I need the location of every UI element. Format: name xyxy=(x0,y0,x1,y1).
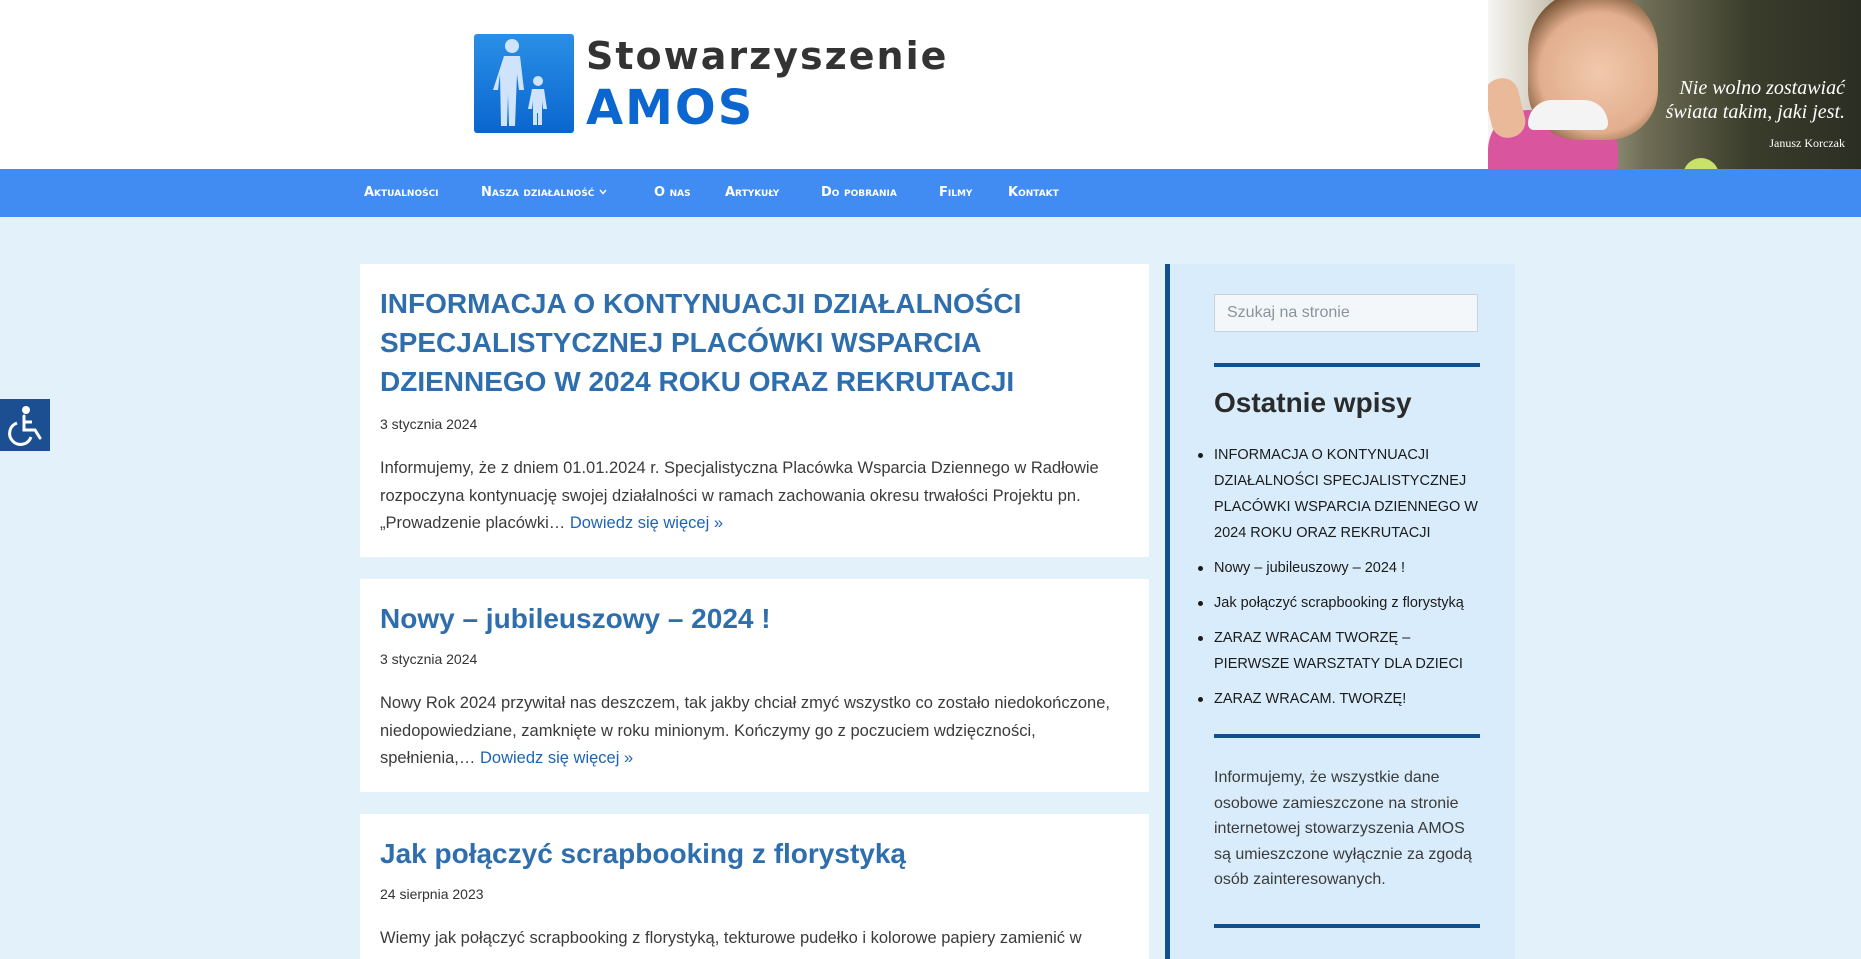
recent-post-link[interactable]: INFORMACJA O KONTYNUACJI DZIAŁALNOŚCI SP… xyxy=(1198,442,1484,546)
nav-item-artykuly[interactable]: Artykuły xyxy=(725,169,779,217)
post-date: 24 sierpnia 2023 xyxy=(380,886,484,902)
nav-item-o-nas[interactable]: O nas xyxy=(654,169,691,217)
post-date: 3 stycznia 2024 xyxy=(380,416,478,432)
sidebar-divider xyxy=(1214,363,1480,367)
privacy-note: Informujemy, że wszystkie dane osobowe z… xyxy=(1214,769,1472,888)
sidebar-divider xyxy=(1214,734,1480,738)
photo-child-collar xyxy=(1528,100,1608,130)
quote-author: Janusz Korczak xyxy=(1769,136,1845,150)
recent-post-link[interactable]: ZARAZ WRACAM TWORZĘ – PIERWSZE WARSZTATY… xyxy=(1198,625,1484,677)
post-excerpt: Informujemy, że z dniem 01.01.2024 r. Sp… xyxy=(380,455,1120,538)
nav-item-label: Nasza działalność xyxy=(481,185,595,200)
post-excerpt: Wiemy jak połączyć scrapbooking z florys… xyxy=(380,929,1082,947)
accessibility-button[interactable] xyxy=(0,399,50,451)
main-navigation: Aktualności Nasza działalność O nas Arty… xyxy=(0,169,1861,217)
quote-line-1: Nie wolno zostawiać xyxy=(1679,77,1845,99)
sidebar: Ostatnie wpisy INFORMACJA O KONTYNUACJI … xyxy=(1165,264,1515,959)
post-card: INFORMACJA O KONTYNUACJI DZIAŁALNOŚCI SP… xyxy=(360,264,1149,557)
chevron-down-icon xyxy=(599,169,607,217)
read-more-link[interactable]: Dowiedz się więcej » xyxy=(480,749,633,767)
site-header: Stowarzyszenie AMOS Nie wolno zostawiać … xyxy=(0,0,1861,169)
search-input[interactable] xyxy=(1214,294,1478,332)
logo-name: AMOS xyxy=(586,80,755,136)
header-photo: Nie wolno zostawiać świata takim, jaki j… xyxy=(1488,0,1861,169)
recent-post-link[interactable]: Nowy – jubileuszowy – 2024 ! xyxy=(1198,555,1484,581)
nav-item-aktualnosci[interactable]: Aktualności xyxy=(364,169,439,217)
sidebar-divider xyxy=(1214,924,1480,928)
post-card: Jak połączyć scrapbooking z florystyką 2… xyxy=(360,814,1149,959)
recent-posts-list: INFORMACJA O KONTYNUACJI DZIAŁALNOŚCI SP… xyxy=(1198,442,1484,721)
post-title[interactable]: Nowy – jubileuszowy – 2024 ! xyxy=(380,599,1120,638)
quote-line-2: świata takim, jaki jest. xyxy=(1665,101,1845,123)
post-title[interactable]: Jak połączyć scrapbooking z florystyką xyxy=(380,834,1120,873)
nav-item-filmy[interactable]: Filmy xyxy=(939,169,972,217)
site-logo[interactable]: Stowarzyszenie AMOS xyxy=(474,34,946,136)
logo-figure-icon xyxy=(474,34,574,133)
post-excerpt-text: Informujemy, że z dniem 01.01.2024 r. Sp… xyxy=(380,459,1099,532)
recent-post-link[interactable]: ZARAZ WRACAM. TWORZĘ! xyxy=(1198,686,1484,712)
read-more-link[interactable]: Dowiedz się więcej » xyxy=(570,514,723,532)
post-card: Nowy – jubileuszowy – 2024 ! 3 stycznia … xyxy=(360,579,1149,792)
nav-item-do-pobrania[interactable]: Do pobrania xyxy=(821,169,897,217)
nav-item-kontakt[interactable]: Kontakt xyxy=(1008,169,1059,217)
post-excerpt: Nowy Rok 2024 przywitał nas deszczem, ta… xyxy=(380,690,1120,773)
wheelchair-icon xyxy=(8,406,42,446)
photo-ball xyxy=(1683,158,1719,169)
recent-posts-heading: Ostatnie wpisy xyxy=(1214,387,1412,418)
nav-item-nasza-dzialalnosc[interactable]: Nasza działalność xyxy=(481,169,607,217)
post-title[interactable]: INFORMACJA O KONTYNUACJI DZIAŁALNOŚCI SP… xyxy=(380,284,1080,401)
post-date: 3 stycznia 2024 xyxy=(380,651,478,667)
logo-title: Stowarzyszenie xyxy=(586,34,949,78)
recent-post-link[interactable]: Jak połączyć scrapbooking z florystyką xyxy=(1198,590,1484,616)
